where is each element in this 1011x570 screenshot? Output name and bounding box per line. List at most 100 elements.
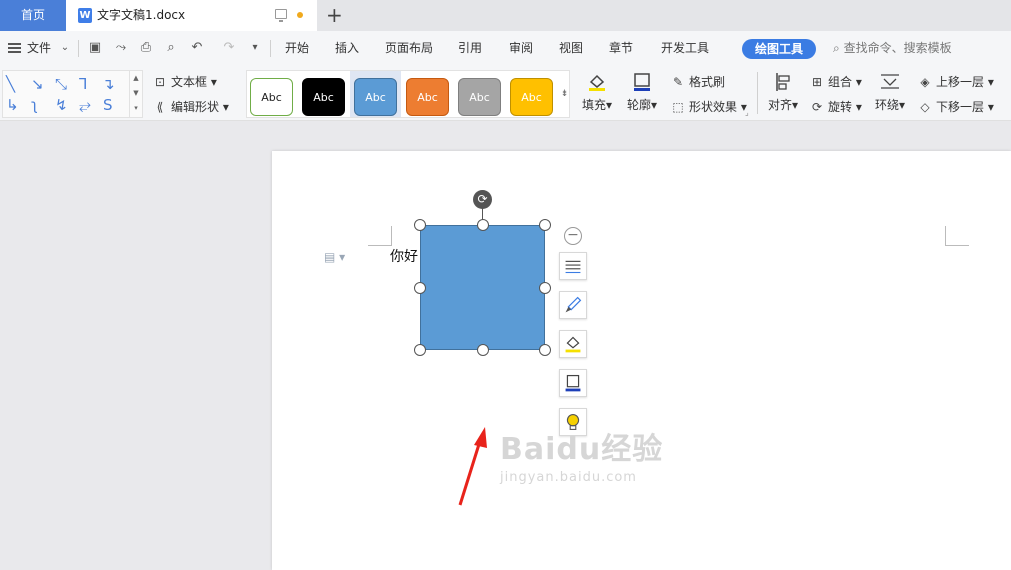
print-icon[interactable]: ⎙ [138, 40, 154, 56]
edit-shape-button[interactable]: ⟪ 编辑形状 ▾ [152, 99, 229, 115]
watermark-logo: Baidu经验 [500, 432, 664, 467]
shape-style-6[interactable]: Abc [510, 78, 553, 116]
shape-style-3[interactable]: Abc [354, 78, 397, 116]
text-box-icon: ⊡ [154, 75, 166, 89]
text-box-button[interactable]: ⊡ 文本框 ▾ [152, 74, 217, 90]
text-box-label: 文本框 [171, 75, 208, 89]
curved-double-arrow-connector-icon[interactable]: ⥂ [79, 98, 91, 113]
menu-start[interactable]: 开始 [285, 31, 309, 66]
send-backward-button[interactable]: ◇ 下移一层 ▾ [917, 99, 993, 115]
rotate-handle-icon[interactable]: ⟳ [473, 190, 492, 209]
elbow-arrow-connector-icon[interactable]: ↴ [102, 77, 115, 92]
menu-insert[interactable]: 插入 [335, 31, 359, 66]
rotate-icon: ⟳ [811, 100, 823, 114]
resize-handle-bottom-right[interactable] [539, 344, 551, 356]
dialog-launcher-icon[interactable]: ⌟ [745, 108, 749, 117]
shape-style-4[interactable]: Abc [406, 78, 449, 116]
edit-shape-icon: ⟪ [156, 100, 164, 114]
redo-icon[interactable]: ↷ [221, 40, 237, 56]
arrow-line-shape-icon[interactable]: ↘ [31, 77, 44, 92]
bring-forward-button[interactable]: ◈ 上移一层 ▾ [917, 74, 993, 90]
resize-handle-bottom-left[interactable] [414, 344, 426, 356]
shape-style-5[interactable]: Abc [458, 78, 501, 116]
tab-home[interactable]: 首页 [0, 0, 66, 31]
gallery-scroll[interactable]: ▲ ▼ ▾ [129, 71, 142, 117]
curved-arrow-connector-icon[interactable]: ↯ [55, 98, 68, 113]
resize-handle-right[interactable] [539, 282, 551, 294]
unsaved-dot-icon [297, 12, 303, 18]
bring-forward-icon: ◈ [920, 75, 930, 89]
wrap-text-icon [881, 74, 899, 89]
save-icon[interactable]: ▣ [87, 40, 103, 56]
edit-style-button[interactable] [559, 291, 587, 319]
new-tab-plus-icon[interactable]: + [326, 2, 343, 28]
quick-access-dropdown-icon[interactable]: ▾ [247, 40, 263, 56]
document-text[interactable]: 你好 [390, 246, 418, 266]
search-box[interactable]: ⌕ 查找命令、搜索模板 [833, 31, 952, 66]
resize-handle-top-left[interactable] [414, 219, 426, 231]
styles-more-icon[interactable]: ⇟ [559, 71, 570, 117]
elbow-connector-icon[interactable]: ⅂ [79, 77, 87, 92]
layout-options-button[interactable] [559, 252, 587, 280]
resize-handle-bottom[interactable] [477, 344, 489, 356]
monitor-icon[interactable] [275, 9, 287, 22]
shape-style-2[interactable]: Abc [302, 78, 345, 116]
quick-fill-button[interactable] [559, 330, 587, 358]
ribbon-toolbar: ╲ ↘ ⤡ ⅂ ↴ ↳ ʅ ↯ ⥂ S ▲ ▼ ▾ ⊡ 文本框 ▾ ⟪ 编辑形状 ▾ A… [0, 66, 1011, 121]
menu-file[interactable]: 文件 [27, 31, 51, 66]
wrap-button[interactable]: 环绕▾ [872, 72, 908, 113]
export-icon[interactable]: ⤳ [113, 40, 129, 56]
rotate-label: 旋转 [828, 100, 853, 114]
quick-outline-button[interactable] [559, 369, 587, 397]
format-painter-icon: ✎ [672, 75, 684, 89]
bring-forward-label: 上移一层 [936, 75, 985, 89]
chevron-down-icon[interactable]: ⌄ [57, 40, 73, 56]
layout-options-icon [565, 260, 581, 274]
outline-label: 轮廓 [626, 98, 651, 112]
curved-connector-icon[interactable]: ʅ [31, 98, 38, 113]
outline-button[interactable]: 轮廓▾ [624, 72, 660, 113]
separator [270, 40, 271, 57]
fill-label: 填充 [581, 98, 606, 112]
line-shape-icon[interactable]: ╲ [6, 77, 15, 92]
menu-page-layout[interactable]: 页面布局 [385, 31, 433, 66]
elbow-double-arrow-connector-icon[interactable]: ↳ [6, 98, 19, 113]
search-placeholder: 查找命令、搜索模板 [843, 41, 952, 55]
document-page[interactable]: ▤ ▾ 你好 ⟳ − [272, 151, 1011, 570]
document-tab-title: 文字文稿1.docx [97, 8, 186, 22]
baidu-watermark: Baidu经验 jingyan.baidu.com [500, 424, 663, 485]
resize-handle-left[interactable] [414, 282, 426, 294]
tab-drawing-tools[interactable]: 绘图工具 [742, 39, 816, 59]
shape-effects-button[interactable]: ⬚ 形状效果 ▾ [670, 99, 747, 115]
rotate-button[interactable]: ⟳ 旋转 ▾ [809, 99, 862, 115]
shape-effects-label: 形状效果 [689, 100, 738, 114]
resize-handle-top[interactable] [477, 219, 489, 231]
align-button[interactable]: 对齐▾ [765, 72, 801, 113]
menu-view[interactable]: 视图 [559, 31, 583, 66]
group-button[interactable]: ⊞ 组合 ▾ [809, 74, 862, 90]
align-icon [776, 73, 790, 91]
fill-button[interactable]: 填充▾ [580, 72, 614, 113]
format-painter-button[interactable]: ✎ 格式刷 [670, 74, 725, 90]
edit-shape-label: 编辑形状 [171, 100, 220, 114]
paragraph-handle-icon[interactable]: ▤ ▾ [324, 250, 345, 264]
freeform-curve-icon[interactable]: S [103, 98, 113, 113]
wrap-label: 环绕 [874, 98, 899, 112]
tab-bar: 首页 W 文字文稿1.docx + [0, 0, 1011, 31]
collapse-toolbar-icon[interactable]: − [564, 227, 582, 245]
undo-icon[interactable]: ↶ [189, 40, 205, 56]
selected-rectangle-shape[interactable] [420, 225, 545, 350]
menu-review[interactable]: 审阅 [509, 31, 533, 66]
double-arrow-line-shape-icon[interactable]: ⤡ [55, 77, 67, 92]
menu-chapter[interactable]: 章节 [609, 31, 633, 66]
tab-document[interactable]: W 文字文稿1.docx [66, 0, 317, 31]
menu-reference[interactable]: 引用 [458, 31, 482, 66]
hamburger-menu-icon[interactable] [8, 43, 21, 53]
menu-developer[interactable]: 开发工具 [661, 31, 709, 66]
resize-handle-top-right[interactable] [539, 219, 551, 231]
brush-icon [565, 296, 582, 313]
fill-bucket-icon [589, 74, 605, 91]
shape-style-1[interactable]: Abc [250, 78, 293, 116]
print-preview-icon[interactable]: ⌕ [163, 40, 179, 56]
group-label: 组合 [828, 75, 853, 89]
